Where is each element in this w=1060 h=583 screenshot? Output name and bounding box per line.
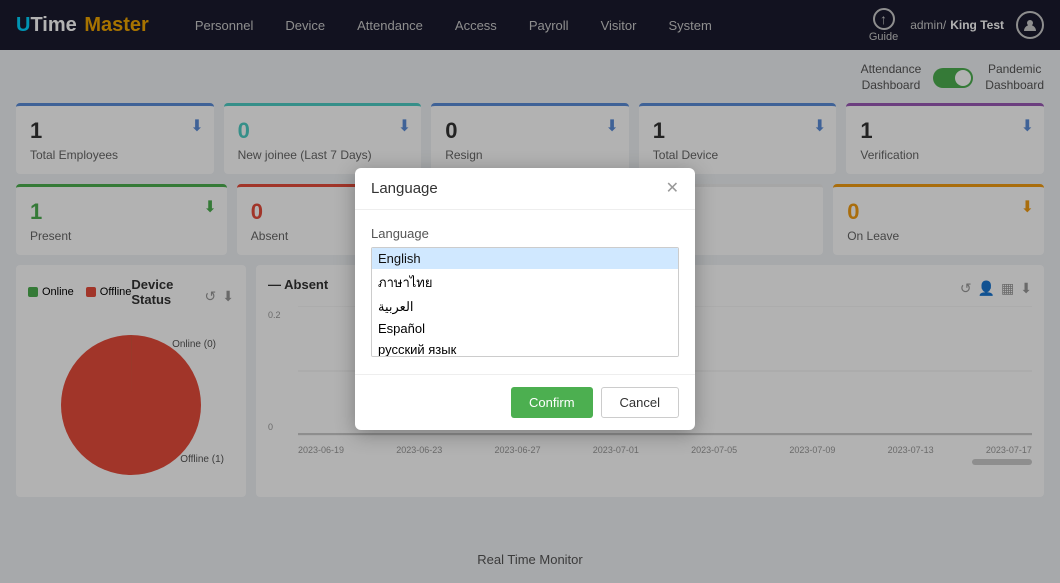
language-select[interactable]: English ภาษาไทย العربية Español русский … bbox=[371, 247, 679, 357]
lang-option-arabic: العربية bbox=[372, 296, 678, 318]
modal-body: Language English ภาษาไทย العربية Español… bbox=[355, 210, 695, 374]
modal-header: Language ✕ bbox=[355, 168, 695, 210]
language-modal: Language ✕ Language English ภาษาไทย العر… bbox=[355, 168, 695, 430]
modal-close-button[interactable]: ✕ bbox=[666, 181, 679, 197]
lang-option-spanish: Español bbox=[372, 318, 678, 339]
modal-footer: Confirm Cancel bbox=[355, 374, 695, 430]
confirm-button[interactable]: Confirm bbox=[511, 387, 593, 418]
lang-option-russian: русский язык bbox=[372, 339, 678, 357]
lang-option-english: English bbox=[372, 248, 678, 269]
lang-option-thai: ภาษาไทย bbox=[372, 269, 678, 296]
modal-title: Language bbox=[371, 180, 438, 197]
language-field-label: Language bbox=[371, 226, 679, 241]
cancel-button[interactable]: Cancel bbox=[601, 387, 679, 418]
